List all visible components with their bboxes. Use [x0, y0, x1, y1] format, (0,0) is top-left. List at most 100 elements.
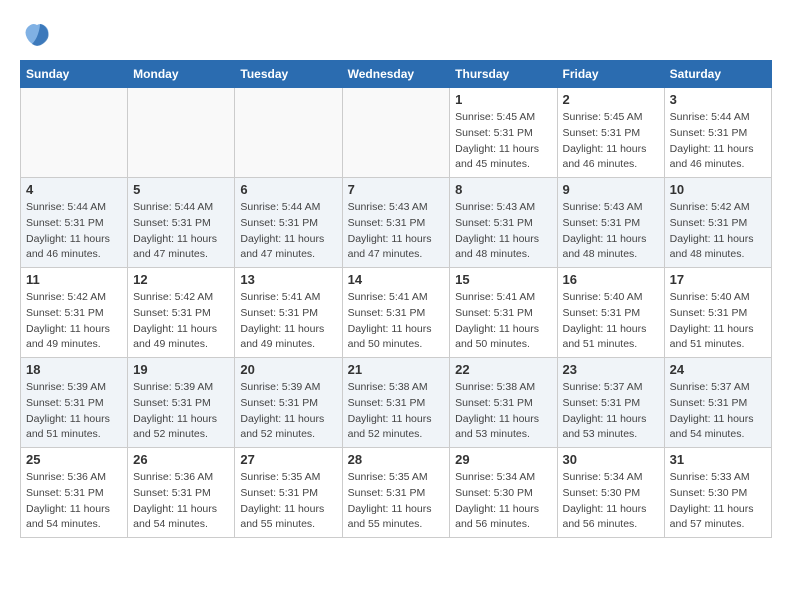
- calendar-day-cell: [128, 88, 235, 178]
- day-number: 3: [670, 92, 766, 107]
- calendar-day-cell: 2 Sunrise: 5:45 AM Sunset: 5:31 PM Daylig…: [557, 88, 664, 178]
- calendar-day-cell: 17 Sunrise: 5:40 AM Sunset: 5:31 PM Dayli…: [664, 268, 771, 358]
- calendar-day-cell: 6 Sunrise: 5:44 AM Sunset: 5:31 PM Daylig…: [235, 178, 342, 268]
- calendar-day-cell: 4Sunrise: 5:44 AM Sunset: 5:31 PM Daylig…: [21, 178, 128, 268]
- calendar-day-cell: 16 Sunrise: 5:40 AM Sunset: 5:31 PM Dayli…: [557, 268, 664, 358]
- calendar-day-cell: 14 Sunrise: 5:41 AM Sunset: 5:31 PM Dayli…: [342, 268, 450, 358]
- calendar-day-cell: 20Sunrise: 5:39 AM Sunset: 5:31 PM Dayli…: [235, 358, 342, 448]
- day-number: 6: [240, 182, 336, 197]
- calendar-day-cell: 22 Sunrise: 5:38 AM Sunset: 5:31 PM Dayli…: [450, 358, 557, 448]
- calendar-header-row: SundayMondayTuesdayWednesdayThursdayFrid…: [21, 61, 772, 88]
- day-number: 23: [563, 362, 659, 377]
- day-number: 9: [563, 182, 659, 197]
- calendar-table: SundayMondayTuesdayWednesdayThursdayFrid…: [20, 60, 772, 538]
- day-of-week-header: Wednesday: [342, 61, 450, 88]
- day-number: 2: [563, 92, 659, 107]
- calendar-day-cell: 30Sunrise: 5:34 AM Sunset: 5:30 PM Dayli…: [557, 448, 664, 538]
- day-number: 30: [563, 452, 659, 467]
- day-detail: Sunrise: 5:44 AM Sunset: 5:31 PM Dayligh…: [670, 110, 766, 173]
- calendar-day-cell: 25Sunrise: 5:36 AM Sunset: 5:31 PM Dayli…: [21, 448, 128, 538]
- day-number: 26: [133, 452, 229, 467]
- calendar-day-cell: 8 Sunrise: 5:43 AM Sunset: 5:31 PM Daylig…: [450, 178, 557, 268]
- calendar-day-cell: 31Sunrise: 5:33 AM Sunset: 5:30 PM Dayli…: [664, 448, 771, 538]
- day-detail: Sunrise: 5:42 AM Sunset: 5:31 PM Dayligh…: [133, 290, 229, 353]
- day-number: 12: [133, 272, 229, 287]
- day-detail: Sunrise: 5:39 AM Sunset: 5:31 PM Dayligh…: [240, 380, 336, 443]
- calendar-day-cell: [21, 88, 128, 178]
- day-detail: Sunrise: 5:44 AM Sunset: 5:31 PM Dayligh…: [240, 200, 336, 263]
- day-detail: Sunrise: 5:41 AM Sunset: 5:31 PM Dayligh…: [455, 290, 551, 353]
- day-of-week-header: Friday: [557, 61, 664, 88]
- day-of-week-header: Monday: [128, 61, 235, 88]
- day-number: 14: [348, 272, 445, 287]
- day-number: 13: [240, 272, 336, 287]
- day-detail: Sunrise: 5:43 AM Sunset: 5:31 PM Dayligh…: [348, 200, 445, 263]
- day-detail: Sunrise: 5:39 AM Sunset: 5:31 PM Dayligh…: [26, 380, 122, 443]
- day-detail: Sunrise: 5:41 AM Sunset: 5:31 PM Dayligh…: [240, 290, 336, 353]
- day-number: 31: [670, 452, 766, 467]
- day-number: 22: [455, 362, 551, 377]
- day-detail: Sunrise: 5:34 AM Sunset: 5:30 PM Dayligh…: [455, 470, 551, 533]
- day-detail: Sunrise: 5:42 AM Sunset: 5:31 PM Dayligh…: [670, 200, 766, 263]
- calendar-day-cell: 13 Sunrise: 5:41 AM Sunset: 5:31 PM Dayli…: [235, 268, 342, 358]
- day-of-week-header: Saturday: [664, 61, 771, 88]
- calendar-week-row: 1 Sunrise: 5:45 AM Sunset: 5:31 PM Daylig…: [21, 88, 772, 178]
- logo-icon: [22, 20, 52, 50]
- calendar-day-cell: 7 Sunrise: 5:43 AM Sunset: 5:31 PM Daylig…: [342, 178, 450, 268]
- day-number: 11: [26, 272, 122, 287]
- calendar-week-row: 18 Sunrise: 5:39 AM Sunset: 5:31 PM Dayli…: [21, 358, 772, 448]
- calendar-day-cell: 15 Sunrise: 5:41 AM Sunset: 5:31 PM Dayli…: [450, 268, 557, 358]
- calendar-day-cell: 19 Sunrise: 5:39 AM Sunset: 5:31 PM Dayli…: [128, 358, 235, 448]
- day-number: 17: [670, 272, 766, 287]
- calendar-day-cell: 27Sunrise: 5:35 AM Sunset: 5:31 PM Dayli…: [235, 448, 342, 538]
- day-number: 16: [563, 272, 659, 287]
- calendar-day-cell: 10 Sunrise: 5:42 AM Sunset: 5:31 PM Dayli…: [664, 178, 771, 268]
- day-detail: Sunrise: 5:42 AM Sunset: 5:31 PM Dayligh…: [26, 290, 122, 353]
- calendar-week-row: 11 Sunrise: 5:42 AM Sunset: 5:31 PM Dayli…: [21, 268, 772, 358]
- day-detail: Sunrise: 5:40 AM Sunset: 5:31 PM Dayligh…: [563, 290, 659, 353]
- day-number: 5: [133, 182, 229, 197]
- day-detail: Sunrise: 5:43 AM Sunset: 5:31 PM Dayligh…: [563, 200, 659, 263]
- calendar-day-cell: 21Sunrise: 5:38 AM Sunset: 5:31 PM Dayli…: [342, 358, 450, 448]
- day-detail: Sunrise: 5:37 AM Sunset: 5:31 PM Dayligh…: [670, 380, 766, 443]
- day-number: 18: [26, 362, 122, 377]
- calendar-day-cell: 23 Sunrise: 5:37 AM Sunset: 5:31 PM Dayli…: [557, 358, 664, 448]
- calendar-day-cell: 29 Sunrise: 5:34 AM Sunset: 5:30 PM Dayli…: [450, 448, 557, 538]
- calendar-day-cell: 11 Sunrise: 5:42 AM Sunset: 5:31 PM Dayli…: [21, 268, 128, 358]
- page-header: [20, 20, 772, 50]
- calendar-day-cell: 1Sunrise: 5:45 AM Sunset: 5:31 PM Daylig…: [450, 88, 557, 178]
- day-detail: Sunrise: 5:35 AM Sunset: 5:31 PM Dayligh…: [240, 470, 336, 533]
- day-number: 15: [455, 272, 551, 287]
- day-detail: Sunrise: 5:38 AM Sunset: 5:31 PM Dayligh…: [348, 380, 445, 443]
- day-of-week-header: Sunday: [21, 61, 128, 88]
- calendar-day-cell: 12 Sunrise: 5:42 AM Sunset: 5:31 PM Dayli…: [128, 268, 235, 358]
- day-number: 28: [348, 452, 445, 467]
- day-detail: Sunrise: 5:43 AM Sunset: 5:31 PM Dayligh…: [455, 200, 551, 263]
- day-of-week-header: Tuesday: [235, 61, 342, 88]
- day-detail: Sunrise: 5:39 AM Sunset: 5:31 PM Dayligh…: [133, 380, 229, 443]
- day-number: 1: [455, 92, 551, 107]
- logo: [20, 20, 52, 50]
- calendar-day-cell: [342, 88, 450, 178]
- calendar-week-row: 4 Sunrise: 5:44 AM Sunset: 5:31 PM Daylig…: [21, 178, 772, 268]
- calendar-day-cell: 3 Sunrise: 5:44 AM Sunset: 5:31 PM Daylig…: [664, 88, 771, 178]
- day-detail: Sunrise: 5:37 AM Sunset: 5:31 PM Dayligh…: [563, 380, 659, 443]
- calendar-day-cell: 28 Sunrise: 5:35 AM Sunset: 5:31 PM Dayli…: [342, 448, 450, 538]
- day-number: 4: [26, 182, 122, 197]
- calendar-day-cell: [235, 88, 342, 178]
- calendar-day-cell: 26 Sunrise: 5:36 AM Sunset: 5:31 PM Dayli…: [128, 448, 235, 538]
- day-number: 19: [133, 362, 229, 377]
- day-number: 10: [670, 182, 766, 197]
- calendar-day-cell: 5Sunrise: 5:44 AM Sunset: 5:31 PM Daylig…: [128, 178, 235, 268]
- day-number: 29: [455, 452, 551, 467]
- day-number: 8: [455, 182, 551, 197]
- day-detail: Sunrise: 5:35 AM Sunset: 5:31 PM Dayligh…: [348, 470, 445, 533]
- day-detail: Sunrise: 5:40 AM Sunset: 5:31 PM Dayligh…: [670, 290, 766, 353]
- calendar-week-row: 25Sunrise: 5:36 AM Sunset: 5:31 PM Dayli…: [21, 448, 772, 538]
- day-detail: Sunrise: 5:36 AM Sunset: 5:31 PM Dayligh…: [133, 470, 229, 533]
- day-detail: Sunrise: 5:38 AM Sunset: 5:31 PM Dayligh…: [455, 380, 551, 443]
- day-number: 7: [348, 182, 445, 197]
- day-detail: Sunrise: 5:45 AM Sunset: 5:31 PM Dayligh…: [563, 110, 659, 173]
- day-detail: Sunrise: 5:41 AM Sunset: 5:31 PM Dayligh…: [348, 290, 445, 353]
- calendar-day-cell: 18 Sunrise: 5:39 AM Sunset: 5:31 PM Dayli…: [21, 358, 128, 448]
